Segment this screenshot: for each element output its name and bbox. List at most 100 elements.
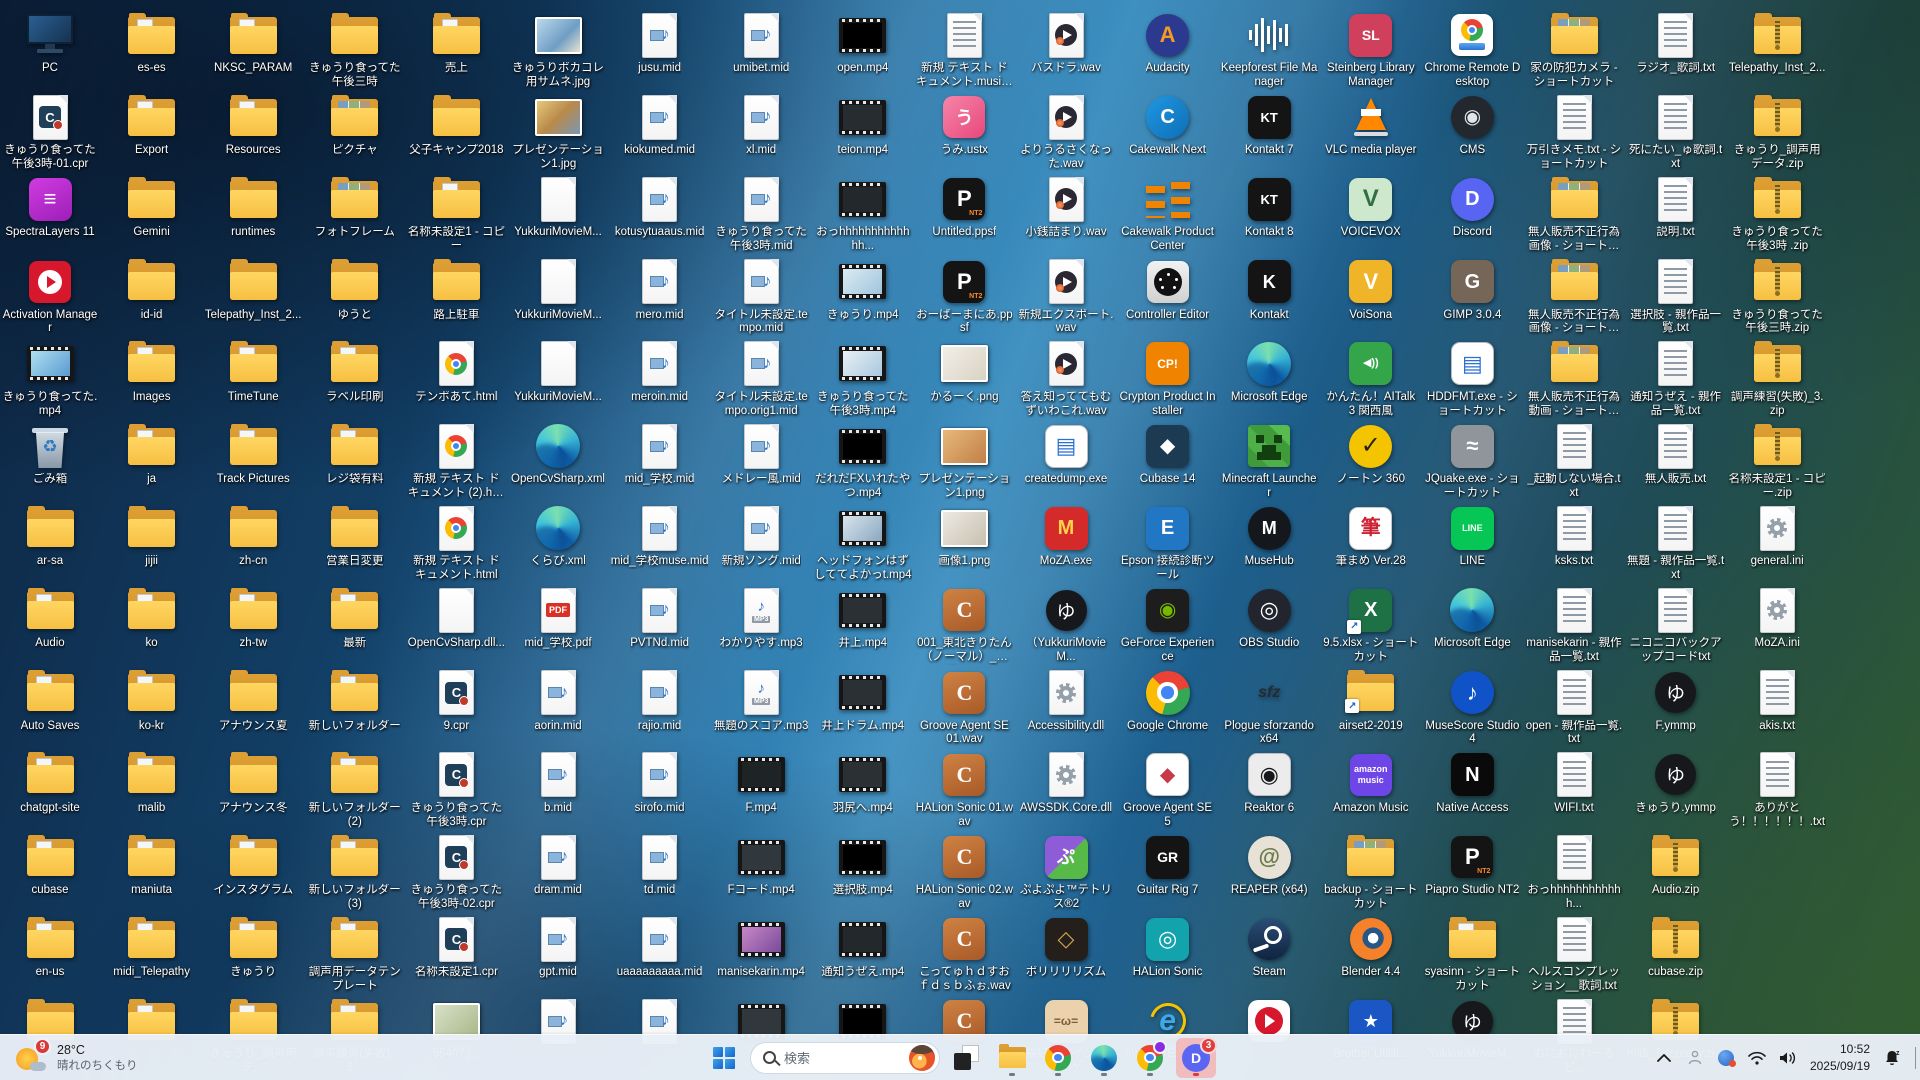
desktop-icon[interactable]: MMuseHub bbox=[1220, 503, 1318, 569]
desktop-icon[interactable]: ↗airset2-2019 bbox=[1322, 668, 1420, 734]
desktop-icon[interactable]: ◉GeForce Experience bbox=[1119, 585, 1217, 665]
desktop-icon[interactable]: ♪PVTNd.mid bbox=[611, 585, 709, 651]
desktop-icon[interactable]: PNT2おーばーまにあ.ppsf bbox=[915, 257, 1013, 337]
desktop-icon[interactable]: Telepathy_Inst_2... bbox=[204, 257, 302, 323]
desktop-icon[interactable]: ◆Groove Agent SE 5 bbox=[1119, 750, 1217, 830]
desktop-icon[interactable]: CHALion Sonic 02.wav bbox=[915, 832, 1013, 912]
desktop-icon[interactable]: syasinn - ショートカット bbox=[1423, 914, 1521, 994]
desktop-icon[interactable]: open.mp4 bbox=[814, 10, 912, 76]
desktop-icon[interactable]: SLSteinberg Library Manager bbox=[1322, 10, 1420, 90]
desktop-icon[interactable]: ko bbox=[103, 585, 201, 651]
desktop-icon[interactable]: 通知うぜえ.mp4 bbox=[814, 914, 912, 980]
desktop-icon[interactable]: KTKontakt 8 bbox=[1220, 174, 1318, 240]
desktop-icon[interactable]: ♪mero.mid bbox=[611, 257, 709, 323]
desktop-icon[interactable]: インスタグラム bbox=[204, 832, 302, 898]
desktop-icon[interactable]: ぷぷよぷよ™テトリス®2 bbox=[1017, 832, 1115, 912]
desktop-icon[interactable]: かるーく.png bbox=[915, 339, 1013, 405]
desktop-icon[interactable]: ♪MP3わかりやす.mp3 bbox=[712, 585, 810, 651]
desktop-icon[interactable]: テンポあて.html bbox=[407, 339, 505, 405]
desktop-icon[interactable]: Track Pictures bbox=[204, 421, 302, 487]
desktop-icon[interactable]: 新規エクスポート.wav bbox=[1017, 257, 1115, 337]
desktop-icon[interactable]: ♻ごみ箱 bbox=[1, 421, 99, 487]
desktop-icon[interactable]: ♪umibet.mid bbox=[712, 10, 810, 76]
desktop-icon[interactable]: Cきゅうり食ってた午後3時.cpr bbox=[407, 750, 505, 830]
desktop-icon[interactable]: 新規 テキスト ドキュメント (2).html bbox=[407, 421, 505, 501]
desktop-icon[interactable]: 無人販売.txt bbox=[1627, 421, 1725, 487]
tray-app-blue-ball-icon[interactable] bbox=[1713, 1043, 1739, 1073]
desktop-icon[interactable]: ♪rajio.mid bbox=[611, 668, 709, 734]
desktop-icon[interactable]: ありがとう！！！！！！.txt bbox=[1728, 750, 1826, 830]
desktop-icon[interactable]: 答え知っててもむずいわこれ.wav bbox=[1017, 339, 1115, 419]
taskbar-button-google-chrome[interactable] bbox=[1038, 1038, 1078, 1078]
desktop-icon[interactable]: CCakewalk Next bbox=[1119, 92, 1217, 158]
desktop-icon[interactable]: cubase bbox=[1, 832, 99, 898]
desktop-icon[interactable]: Export bbox=[103, 92, 201, 158]
desktop-icon[interactable]: ♪メドレー風.mid bbox=[712, 421, 810, 487]
desktop-icon[interactable]: Cこってゅｈｄすおｆｄｓｂふぉ.wav bbox=[915, 914, 1013, 994]
desktop-icon[interactable]: akis.txt bbox=[1728, 668, 1826, 734]
desktop-icon[interactable]: 通知うぜえ - 親作品一覧.txt bbox=[1627, 339, 1725, 419]
desktop-icon[interactable]: おっhhhhhhhhhhhh... bbox=[1525, 832, 1623, 912]
desktop-icon[interactable]: Gemini bbox=[103, 174, 201, 240]
desktop-icon[interactable]: ヘッドフォンはずしててよかっt.mp4 bbox=[814, 503, 912, 583]
desktop-icon[interactable]: レジ袋有料 bbox=[306, 421, 404, 487]
desktop-icon[interactable]: 万引きメモ.txt - ショートカット bbox=[1525, 92, 1623, 172]
desktop-icon[interactable]: Accessibility.dll bbox=[1017, 668, 1115, 734]
notification-bell-dnd-icon[interactable]: z bbox=[1879, 1043, 1905, 1073]
desktop-icon[interactable]: ≈JQuake.exe - ショートカット bbox=[1423, 421, 1521, 501]
desktop-icon[interactable]: en-us bbox=[1, 914, 99, 980]
desktop-icon[interactable]: だれだFXいれたやつ.mp4 bbox=[814, 421, 912, 501]
desktop-icon[interactable]: ♪タイトル未設定.tempo.orig1.mid bbox=[712, 339, 810, 419]
desktop-icon[interactable]: malib bbox=[103, 750, 201, 816]
desktop-icon[interactable]: Activation Manager bbox=[1, 257, 99, 337]
volume-icon[interactable] bbox=[1775, 1043, 1801, 1073]
desktop-icon[interactable]: GGIMP 3.0.4 bbox=[1423, 257, 1521, 323]
desktop-icon[interactable]: きゅうり食ってた.mp4 bbox=[1, 339, 99, 419]
wifi-icon[interactable] bbox=[1744, 1043, 1770, 1073]
desktop-icon[interactable]: PNT2Piapro Studio NT2 bbox=[1423, 832, 1521, 898]
desktop-icon[interactable]: ゆうと bbox=[306, 257, 404, 323]
desktop-icon[interactable]: 調声用データテンプレート bbox=[306, 914, 404, 994]
taskbar-search-box[interactable]: 検索 bbox=[750, 1042, 940, 1074]
desktop-icon[interactable]: きゅうり食ってた午後3時.mp4 bbox=[814, 339, 912, 419]
desktop-icon[interactable]: ar-sa bbox=[1, 503, 99, 569]
taskbar-weather-widget[interactable]: 9 28°C 晴れのちくもり bbox=[6, 1039, 148, 1077]
desktop-icon[interactable]: バスドラ.wav bbox=[1017, 10, 1115, 76]
desktop-icon[interactable]: ✓ノートン 360 bbox=[1322, 421, 1420, 487]
desktop-icon[interactable]: きゅうり食ってた午後三時 bbox=[306, 10, 404, 90]
desktop-icon[interactable]: ♪mid_学校muse.mid bbox=[611, 503, 709, 569]
tray-overflow-chevron-icon[interactable] bbox=[1651, 1043, 1677, 1073]
desktop-icon[interactable]: ♪jusu.mid bbox=[611, 10, 709, 76]
taskbar-button-chrome-profile[interactable] bbox=[1130, 1038, 1170, 1078]
desktop-icon[interactable]: ◉CMS bbox=[1423, 92, 1521, 158]
desktop-icon[interactable]: NNative Access bbox=[1423, 750, 1521, 816]
desktop-icon[interactable]: Chrome Remote Desktop bbox=[1423, 10, 1521, 90]
desktop-icon[interactable]: cubase.zip bbox=[1627, 914, 1725, 980]
desktop-icon[interactable]: よりうるさくなった.wav bbox=[1017, 92, 1115, 172]
desktop-icon[interactable]: general.ini bbox=[1728, 503, 1826, 569]
desktop-icon[interactable]: C9.cpr bbox=[407, 668, 505, 734]
desktop-icon[interactable]: PDFmid_学校.pdf bbox=[509, 585, 607, 651]
desktop-icon[interactable]: 選択肢.mp4 bbox=[814, 832, 912, 898]
desktop-icon[interactable]: chatgpt-site bbox=[1, 750, 99, 816]
desktop-icon[interactable]: LINELINE bbox=[1423, 503, 1521, 569]
desktop-icon[interactable]: きゅうりボカコレ用サムネ.jpg bbox=[509, 10, 607, 90]
desktop-icon[interactable]: 羽尻へ.mp4 bbox=[814, 750, 912, 816]
desktop-icon[interactable]: jijii bbox=[103, 503, 201, 569]
desktop-icon[interactable]: YukkuriMovieM... bbox=[509, 174, 607, 240]
desktop-icon[interactable]: Google Chrome bbox=[1119, 668, 1217, 734]
desktop-icon[interactable]: teion.mp4 bbox=[814, 92, 912, 158]
desktop-icon[interactable]: _起動しない場合.txt bbox=[1525, 421, 1623, 501]
desktop-icon[interactable]: Steam bbox=[1220, 914, 1318, 980]
desktop-icon[interactable]: Audio bbox=[1, 585, 99, 651]
desktop-icon[interactable]: zh-cn bbox=[204, 503, 302, 569]
desktop-icon[interactable]: 井上ドラム.mp4 bbox=[814, 668, 912, 734]
desktop-icon[interactable]: YukkuriMovieM... bbox=[509, 339, 607, 405]
desktop-icon[interactable]: amazonmusicAmazon Music bbox=[1322, 750, 1420, 816]
desktop-icon[interactable]: 調声練習(失敗)_3.zip bbox=[1728, 339, 1826, 419]
desktop-icon[interactable]: プレゼンテーション1.png bbox=[915, 421, 1013, 501]
desktop-icon[interactable]: Telepathy_Inst_2... bbox=[1728, 10, 1826, 76]
desktop-icon[interactable]: WIFI.txt bbox=[1525, 750, 1623, 816]
desktop-icon[interactable]: 小銭詰まり.wav bbox=[1017, 174, 1115, 240]
desktop-icon[interactable]: KTKontakt 7 bbox=[1220, 92, 1318, 158]
